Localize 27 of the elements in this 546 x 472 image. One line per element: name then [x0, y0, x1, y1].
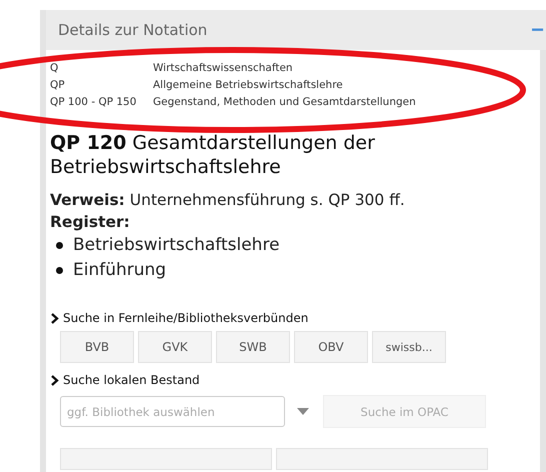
register-entry: Einführung	[73, 259, 166, 282]
action-button[interactable]	[276, 448, 488, 470]
network-button[interactable]: OBV	[294, 331, 368, 364]
panel-title: Details zur Notation	[58, 21, 208, 40]
section-label: Suche lokalen Bestand	[63, 373, 200, 388]
notation-code: QP	[50, 78, 66, 94]
bullet-icon	[56, 242, 63, 250]
network-button[interactable]: swissb...	[372, 331, 446, 364]
reference-text: Verweis: Unternehmensführung s. QP 300 ff.	[50, 190, 406, 212]
notation-code: QP 100 - QP 150	[50, 95, 138, 110]
action-button[interactable]	[60, 448, 272, 470]
chevron-right-icon	[50, 312, 59, 324]
notation-label: Gegenstand, Methoden und Gesamtdarstellungen	[153, 95, 416, 110]
network-button[interactable]: BVB	[60, 331, 134, 364]
network-button[interactable]: GVK	[138, 331, 212, 364]
notation-code: Q	[50, 61, 60, 76]
notation-label: Allgemeine Betriebswirtschaftslehre	[153, 78, 343, 94]
network-button[interactable]: SWB	[216, 331, 290, 364]
register-entry: Betriebswirtschaftslehre	[73, 234, 280, 258]
notation-heading: QP 120 Gesamtdarstellungen der Betriebswirtschaftslehre	[50, 131, 376, 180]
library-select-field[interactable]: ggf. Bibliothek auswählen	[60, 396, 285, 428]
dropdown-caret-icon[interactable]	[297, 408, 309, 416]
section-label: Suche in Fernleihe/Bibliotheksverbünden	[63, 311, 308, 326]
chevron-right-icon	[50, 374, 59, 386]
notation-label: Wirtschaftswissenschaften	[153, 61, 293, 76]
bullet-icon	[56, 267, 63, 274]
register-label: Register:	[50, 212, 131, 234]
